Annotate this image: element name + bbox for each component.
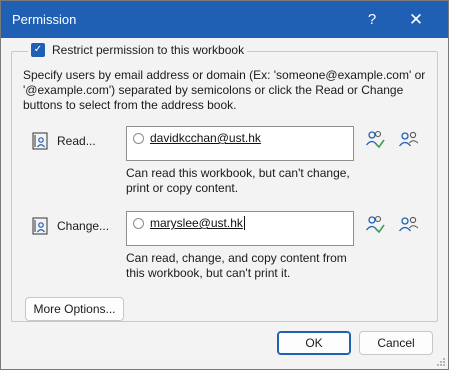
close-button[interactable]: ✕ xyxy=(403,7,429,33)
resize-grip-icon[interactable] xyxy=(436,357,446,367)
address-book-icon xyxy=(32,217,48,235)
change-address-book-people-icon[interactable] xyxy=(398,213,420,235)
read-address-book-people-icon[interactable] xyxy=(398,128,420,150)
address-book-icon xyxy=(32,132,48,150)
read-label[interactable]: Read... xyxy=(57,134,96,148)
change-users-input[interactable]: maryslee@ust.hk xyxy=(126,211,354,246)
ok-button[interactable]: OK xyxy=(277,331,351,355)
permission-dialog: Permission ? ✕ ✓ Restrict permission to … xyxy=(0,0,449,370)
text-caret xyxy=(243,216,245,230)
dialog-content: ✓ Restrict permission to this workbook S… xyxy=(11,41,438,322)
read-users-input[interactable]: davidkcchan@ust.hk xyxy=(126,126,354,161)
user-status-icon xyxy=(133,217,144,229)
cancel-button[interactable]: Cancel xyxy=(359,331,433,355)
title-bar: Permission ? ✕ xyxy=(1,1,448,38)
restrict-checkbox-row[interactable]: ✓ Restrict permission to this workbook xyxy=(28,43,248,57)
change-user-email[interactable]: maryslee@ust.hk xyxy=(150,216,243,230)
restrict-label[interactable]: Restrict permission to this workbook xyxy=(52,43,244,57)
help-button[interactable]: ? xyxy=(359,7,385,33)
change-button[interactable]: Change... xyxy=(31,217,109,235)
change-user-entry[interactable]: maryslee@ust.hk xyxy=(133,216,245,230)
instructions-text: Specify users by email address or domain… xyxy=(23,68,426,112)
read-user-email[interactable]: davidkcchan@ust.hk xyxy=(150,131,261,145)
user-status-icon xyxy=(133,132,144,144)
dialog-footer: OK Cancel xyxy=(1,323,448,369)
more-options-button[interactable]: More Options... xyxy=(25,297,124,321)
read-check-names-icon[interactable] xyxy=(364,128,386,150)
read-description: Can read this workbook, but can't change… xyxy=(126,166,350,195)
read-user-entry[interactable]: davidkcchan@ust.hk xyxy=(133,131,261,145)
change-check-names-icon[interactable] xyxy=(364,213,386,235)
dialog-title: Permission xyxy=(12,12,77,27)
change-description: Can read, change, and copy content from … xyxy=(126,251,347,280)
restrict-checkbox[interactable]: ✓ xyxy=(31,43,45,57)
read-button[interactable]: Read... xyxy=(31,132,96,150)
change-label[interactable]: Change... xyxy=(57,219,109,233)
